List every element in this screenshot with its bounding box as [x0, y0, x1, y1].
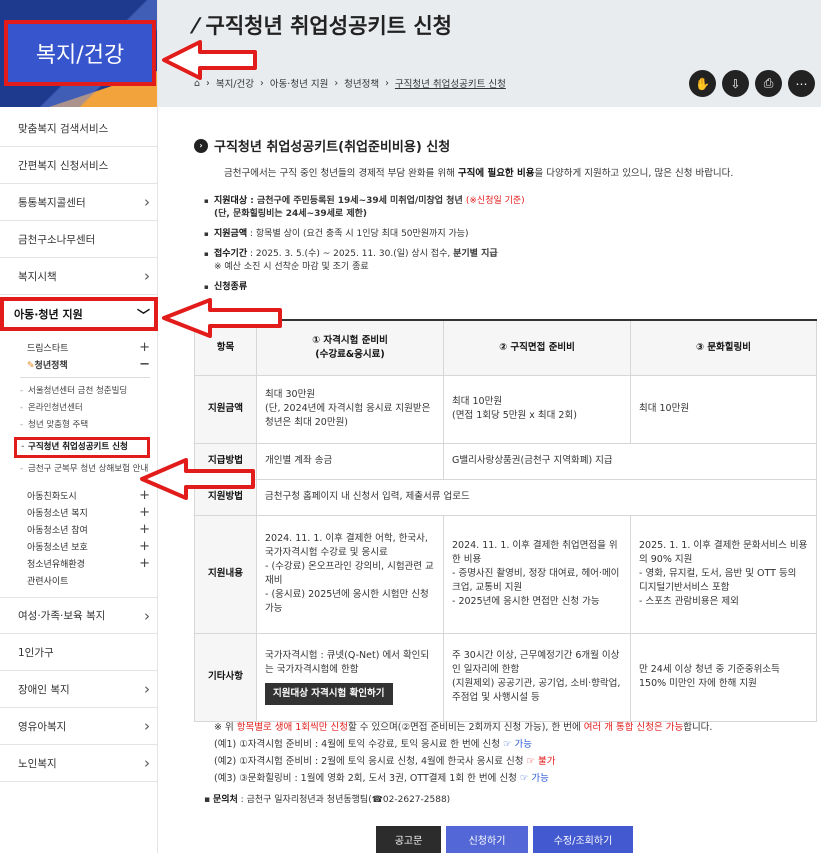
row-label: 지원금액: [194, 374, 257, 444]
table-cell: 2025. 1. 1. 이후 결제한 문화서비스 비용의 90% 지원 - 영화…: [630, 514, 817, 634]
section-heading: › 구직청년 취업성공키트(취업준비비용) 신청: [194, 136, 821, 155]
third-menu: 서울청년센터 금천 청춘빌딩 온라인청년센터 청년 맞춤형 주택 구직청년 취업…: [14, 377, 150, 481]
sidebar-menu: 맞춤복지 검색서비스 간편복지 신청서비스 통통복지콜센터 › 금천구소나무센터 …: [0, 110, 158, 782]
table-cell: 최대 10만원: [630, 374, 817, 444]
action-buttons: 공고문 신청하기 수정/조회하기: [376, 826, 633, 853]
hand-icon[interactable]: ✋: [689, 70, 716, 97]
submenu-item[interactable]: 관련사이트: [27, 572, 158, 589]
third-menu-item[interactable]: 온라인청년센터: [20, 403, 150, 420]
download-icon[interactable]: ⇩: [722, 70, 749, 97]
plus-icon: +: [139, 340, 150, 355]
sidebar-item[interactable]: 장애인 복지 ›: [0, 671, 158, 708]
breadcrumb: ⌂ › 복지/건강 › 아동·청년 지원 › 청년정책 › 구직청년 취업성공키트 신청: [194, 76, 506, 91]
sidebar-item[interactable]: 1인가구: [0, 634, 158, 671]
third-menu-item[interactable]: 서울청년센터 금천 청춘빌딩: [20, 386, 150, 403]
submenu-item[interactable]: 드림스타트 +: [27, 339, 158, 356]
share-icon[interactable]: ⋯: [788, 70, 815, 97]
submenu-item[interactable]: 아동청소년 참여 +: [27, 521, 158, 538]
table-cell: 주 30시간 이상, 근무예정기간 6개월 이상인 일자리에 한함 (지원제외)…: [443, 632, 631, 722]
sidebar: 복지/건강 맞춤복지 검색서비스 간편복지 신청서비스 통통복지콜센터 › 금천구…: [0, 0, 158, 853]
pencil-icon: ✎: [27, 361, 35, 371]
notes: ※ 위 항목별로 생애 1회씩만 신청할 수 있으며(②면접 준비비는 2회까지…: [214, 722, 713, 784]
submenu-item[interactable]: 청소년유해환경 +: [27, 555, 158, 572]
chevron-right-icon: ›: [144, 193, 150, 211]
contact-info: ▪ 문의처 : 금천구 일자리청년과 청년동행팀(☎02-2627-2588): [204, 795, 451, 805]
table-header: 항목: [194, 319, 257, 376]
table-cell: 만 24세 이상 청년 중 기준중위소득 150% 미만인 자에 한해 지원: [630, 632, 817, 722]
table-header: ③ 문화힐링비: [630, 319, 817, 376]
breadcrumb-item[interactable]: 청년정책: [344, 76, 379, 90]
plus-icon: +: [139, 556, 150, 571]
sidebar-item[interactable]: 금천구소나무센터: [0, 221, 158, 258]
plus-icon: +: [139, 522, 150, 537]
sidebar-item[interactable]: 맞춤복지 검색서비스: [0, 110, 158, 147]
sidebar-submenu-2: 아동친화도시 + 아동청소년 복지 + 아동청소년 참여 + 아동청소년 보호 + 청소…: [0, 485, 158, 589]
third-menu-item[interactable]: 청년 맞춤형 주택: [20, 420, 150, 437]
home-icon[interactable]: ⌂: [194, 78, 200, 89]
breadcrumb-item[interactable]: 아동·청년 지원: [270, 76, 328, 90]
row-label: 지원내용: [194, 514, 257, 634]
chevron-right-icon: ›: [144, 680, 150, 698]
check-exam-button[interactable]: 지원대상 자격시험 확인하기: [265, 683, 393, 705]
table-cell: 최대 10만원 (면접 1회당 5만원 x 최대 2회): [443, 374, 631, 444]
row-label: 지원방법: [194, 478, 257, 516]
table-cell: 2024. 11. 1. 이후 결제한 취업면접을 위한 비용 - 증명사진 촬…: [443, 514, 631, 634]
table-cell: 최대 30만원 (단, 2024년에 자격시험 응시료 지원받은 청년은 최대 …: [256, 374, 444, 444]
submenu-item[interactable]: 아동청소년 보호 +: [27, 538, 158, 555]
support-table: 항목 ① 자격시험 준비비 (수강료&응시료) ② 구직면접 준비비 ③ 문화힐…: [194, 319, 817, 722]
sidebar-item[interactable]: 간편복지 신청서비스: [0, 147, 158, 184]
table-cell: 금천구청 홈페이지 내 신청서 입력, 제출서류 업로드: [256, 478, 817, 516]
sidebar-item[interactable]: 통통복지콜센터 ›: [0, 184, 158, 221]
sidebar-item-active[interactable]: 아동·청년 지원 ﹀: [0, 297, 158, 331]
third-menu-item[interactable]: 금천구 군복무 청년 상해보험 안내: [20, 464, 150, 481]
chevron-right-icon: ›: [144, 754, 150, 772]
toolbar: ✋ ⇩ ⎙ ⋯: [689, 70, 815, 97]
breadcrumb-item[interactable]: 복지/건강: [216, 76, 254, 90]
intro-text: 금천구에서는 구직 중인 청년들의 경제적 부담 완화를 위해 구직에 필요한 …: [224, 168, 734, 179]
sidebar-header: 복지/건강: [0, 0, 157, 107]
row-label: 지급방법: [194, 442, 257, 480]
sidebar-item[interactable]: 여성·가족·보육 복지 ›: [0, 597, 158, 634]
sidebar-title[interactable]: 복지/건강: [4, 20, 156, 86]
content: › 구직청년 취업성공키트(취업준비비용) 신청 금천구에서는 구직 중인 청년들…: [194, 136, 821, 853]
table-cell: 2024. 11. 1. 이후 결제한 어학, 한국사, 국가자격시험 수강료 …: [256, 514, 444, 634]
edit-lookup-button[interactable]: 수정/조회하기: [533, 826, 633, 853]
table-cell: G밸리사랑상품권(금천구 지역화폐) 지급: [443, 442, 817, 480]
table-cell: 국가자격시험 : 큐넷(Q-Net) 에서 확인되는 국가자격시험에 한함 지원대…: [256, 632, 444, 722]
sidebar-submenu: 드림스타트 + ✎청년정책 −: [0, 333, 158, 373]
sidebar-item[interactable]: 영유아복지 ›: [0, 708, 158, 745]
sidebar-item[interactable]: 복지시책 ›: [0, 258, 158, 295]
arrow-circle-icon: ›: [194, 138, 208, 153]
submenu-item-open[interactable]: ✎청년정책 −: [27, 356, 158, 373]
info-amount: 지원금액 : 항목별 상이 (요건 충족 시 1인당 최대 50만원까지 가능): [204, 228, 821, 241]
plus-icon: +: [139, 505, 150, 520]
info-list: 지원대상 : 금천구에 주민등록된 19세~39세 미취업/미창업 청년 (※신…: [204, 195, 821, 294]
chevron-right-icon: ›: [144, 267, 150, 285]
table-header: ① 자격시험 준비비 (수강료&응시료): [256, 319, 444, 376]
chevron-right-icon: ›: [144, 717, 150, 735]
table-cell: 개인별 계좌 송금: [256, 442, 444, 480]
apply-button[interactable]: 신청하기: [446, 826, 528, 853]
page-title: ⁄ 구직청년 취업성공키트 신청: [194, 14, 452, 38]
chevron-down-icon: ﹀: [136, 308, 150, 324]
sidebar-item[interactable]: 노인복지 ›: [0, 745, 158, 782]
print-icon[interactable]: ⎙: [755, 70, 782, 97]
page-hero: ⁄ 구직청년 취업성공키트 신청 ⌂ › 복지/건강 › 아동·청년 지원 › 청년정책…: [158, 0, 821, 107]
info-kind: 신청종류: [204, 281, 821, 294]
breadcrumb-current[interactable]: 구직청년 취업성공키트 신청: [395, 76, 506, 90]
plus-icon: +: [139, 539, 150, 554]
chevron-right-icon: ›: [144, 606, 150, 625]
plus-icon: +: [139, 488, 150, 503]
info-period: 접수기간 : 2025. 3. 5.(수) ~ 2025. 11. 30.(일)…: [204, 248, 821, 274]
slash-icon: ⁄: [194, 14, 198, 38]
info-target: 지원대상 : 금천구에 주민등록된 19세~39세 미취업/미창업 청년 (※신…: [204, 195, 821, 221]
submenu-item[interactable]: 아동친화도시 +: [27, 487, 158, 504]
minus-icon: −: [139, 357, 150, 372]
third-menu-item-current[interactable]: 구직청년 취업성공키트 신청: [14, 437, 150, 458]
notice-button[interactable]: 공고문: [376, 826, 441, 853]
submenu-item[interactable]: 아동청소년 복지 +: [27, 504, 158, 521]
main-area: ⁄ 구직청년 취업성공키트 신청 ⌂ › 복지/건강 › 아동·청년 지원 › 청년정책…: [158, 0, 821, 853]
table-header: ② 구직면접 준비비: [443, 319, 631, 376]
row-label: 기타사항: [194, 632, 257, 722]
